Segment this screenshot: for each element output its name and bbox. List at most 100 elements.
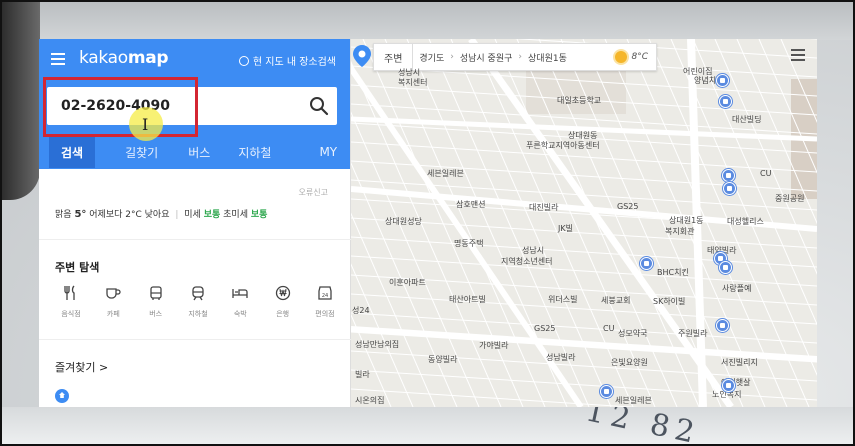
map-label[interactable]: 빌라 [355, 369, 370, 380]
map-road [351, 293, 817, 325]
map-label[interactable]: 가야빌라 [479, 340, 508, 351]
map-label[interactable]: GS25 [534, 324, 555, 333]
map-label[interactable]: 성모약국 [618, 328, 647, 339]
text-cursor-icon: I [142, 115, 149, 134]
bus-stop-icon[interactable] [719, 95, 732, 108]
nearby-title: 주변 탐색 [55, 261, 100, 274]
breadcrumb-province[interactable]: 경기도 [413, 51, 450, 64]
map-label[interactable]: 태산아트빌 [449, 294, 486, 305]
location-pin-icon[interactable] [353, 45, 371, 67]
map-label[interactable]: 삼호맨션 [456, 199, 485, 210]
map-block [526, 69, 626, 114]
home-icon[interactable] [55, 389, 69, 403]
fork-icon [64, 285, 75, 300]
bus-stop-icon[interactable] [723, 182, 736, 195]
map-label[interactable]: 대일초등학교 [557, 95, 601, 106]
map-menu-icon[interactable] [791, 49, 805, 61]
subway-icon [192, 286, 204, 301]
top-margin [40, 0, 855, 40]
map-label[interactable]: 중원공원 [775, 193, 804, 204]
map-label[interactable]: 푸른학교지역아동센터 [526, 140, 600, 151]
category-convenience-store[interactable]: 24 편의점 [307, 285, 343, 319]
map-label[interactable]: SK하이빌 [653, 296, 685, 307]
store-24-icon: 24 [318, 286, 332, 300]
bus-stop-icon[interactable] [600, 385, 613, 398]
map-label[interactable]: 시온의집 [355, 395, 384, 406]
map-label[interactable]: 성남빌라 [546, 352, 575, 363]
search-icon[interactable] [309, 96, 329, 116]
bus-stop-icon[interactable] [722, 379, 735, 392]
map-label[interactable]: 성남만남의집 [355, 339, 399, 350]
map-label[interactable]: JK빌 [558, 223, 573, 234]
map-label[interactable]: 상대원성당 [385, 216, 422, 227]
map-label[interactable]: 성24 [352, 305, 370, 316]
map-label[interactable]: 성남시 [522, 245, 544, 256]
map-label[interactable]: 대산빌딩 [732, 114, 761, 125]
category-bus[interactable]: 버스 [138, 285, 174, 319]
map-label[interactable]: CU [603, 324, 614, 333]
favorites-link[interactable]: 즐겨찾기 > [55, 359, 108, 375]
monitor-screen: kakaomap 현 지도 내 장소검색 I 검색 길찾기 버스 지하철 [39, 39, 817, 407]
map-label[interactable]: 대진빌라 [529, 202, 558, 213]
map-label[interactable]: 명동주택 [454, 238, 483, 249]
breadcrumb-city[interactable]: 성남시 중원구 [454, 51, 519, 64]
map-label[interactable]: CU [760, 169, 771, 178]
bus-stop-icon[interactable] [640, 257, 653, 270]
bus-stop-icon[interactable] [719, 261, 732, 274]
map-label[interactable]: BHC치킨 [657, 267, 689, 278]
report-error-link[interactable]: 오류신고 [299, 187, 328, 198]
svg-text:24: 24 [322, 293, 328, 299]
sidebar-header: kakaomap 현 지도 내 장소검색 I 검색 길찾기 버스 지하철 [39, 39, 350, 169]
tab-search[interactable]: 검색 [49, 136, 96, 168]
category-lodging[interactable]: 숙박 [222, 285, 258, 319]
map-label[interactable]: 대성헬리스 [727, 216, 764, 227]
map-road [351, 326, 817, 362]
map-label[interactable]: 상대원1동 [669, 215, 704, 226]
map-label[interactable]: 주원빌라 [678, 328, 707, 339]
weather-summary: 맑음 5° 어제보다 2°C 낮아요 | 미세 보통 초미세 보통 [55, 209, 268, 220]
map-view[interactable]: 주변 경기도 › 성남시 중원구 › 상대원1동 8°C 성남시 복지센터 대일… [351, 39, 817, 407]
bottom-margin [0, 407, 855, 446]
local-search-toggle[interactable]: 현 지도 내 장소검색 [238, 53, 336, 68]
annotation-highlight [43, 77, 198, 137]
radio-icon[interactable] [238, 55, 249, 66]
map-label[interactable]: 지역청소년센터 [501, 256, 553, 267]
map-label[interactable]: 서진빌리지 [721, 357, 758, 368]
sidebar-tabs: 검색 길찾기 버스 지하철 MY [39, 135, 351, 169]
kakaomap-logo[interactable]: kakaomap [79, 48, 169, 68]
map-label[interactable]: 세붕교회 [601, 295, 630, 306]
divider [39, 239, 351, 240]
bus-stop-icon[interactable] [716, 74, 729, 87]
map-label[interactable]: 위더스빌 [548, 294, 577, 305]
map-road [351, 388, 639, 407]
map-label[interactable]: 세븐일레븐 [427, 168, 464, 179]
map-label[interactable]: 세븐일레븐 [615, 395, 652, 406]
category-restaurant[interactable]: 음식점 [53, 285, 89, 319]
tab-bus[interactable]: 버스 [188, 144, 210, 161]
divider [39, 339, 351, 340]
tab-my[interactable]: MY [319, 145, 337, 159]
breadcrumb-dong[interactable]: 상대원1동 [522, 51, 573, 64]
map-label[interactable]: GS25 [617, 202, 638, 211]
bus-stop-icon[interactable] [722, 169, 735, 182]
map-label[interactable]: 은빛요양원 [611, 357, 648, 368]
desk-object [0, 0, 40, 200]
tab-directions[interactable]: 길찾기 [125, 144, 158, 161]
tab-subway[interactable]: 지하철 [238, 144, 271, 161]
bus-stop-icon[interactable] [716, 319, 729, 332]
map-label[interactable]: 복지회관 [665, 226, 694, 237]
category-subway[interactable]: 지하철 [180, 285, 216, 319]
bed-icon [232, 289, 248, 298]
cup-icon [106, 288, 121, 299]
won-icon [275, 285, 290, 301]
map-label[interactable]: 동양빌라 [428, 354, 457, 365]
map-label[interactable]: 이훈아파트 [389, 277, 426, 288]
map-road [351, 312, 817, 344]
map-label[interactable]: 복지센터 [398, 77, 427, 88]
category-cafe[interactable]: 카페 [95, 285, 131, 319]
map-label[interactable]: 사랑플예 [722, 283, 751, 294]
sidebar: kakaomap 현 지도 내 장소검색 I 검색 길찾기 버스 지하철 [39, 39, 351, 407]
menu-icon[interactable] [51, 53, 65, 65]
map-road [351, 236, 817, 268]
category-bank[interactable]: 은행 [265, 285, 301, 319]
